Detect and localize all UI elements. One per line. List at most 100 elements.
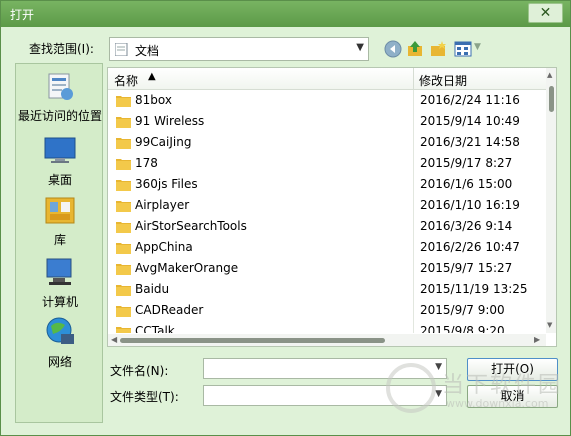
file-name: AvgMakerOrange: [135, 261, 239, 275]
scroll-right-icon[interactable]: ▶: [534, 335, 540, 344]
folder-icon: [116, 285, 131, 296]
column-divider: [413, 321, 414, 333]
file-list[interactable]: 名称 ▲ 修改日期 81box 2016/2/24 11:16 91 Wirele…: [107, 67, 557, 347]
look-in-label: 查找范围(I):: [29, 42, 94, 56]
place-label: 最近访问的位置: [17, 109, 102, 123]
file-date: 2016/1/10 16:19: [420, 198, 520, 212]
column-divider: [413, 90, 414, 111]
place-label: 桌面: [47, 173, 72, 187]
column-header-name[interactable]: 名称: [114, 72, 138, 89]
list-item[interactable]: AvgMakerOrange 2015/9/7 15:27: [108, 258, 546, 279]
file-date: 2016/2/26 10:47: [420, 240, 520, 254]
view-chevron-down-icon[interactable]: ▼: [474, 42, 481, 52]
file-date: 2015/9/7 9:00: [420, 303, 505, 317]
column-header-date[interactable]: 修改日期: [419, 72, 467, 89]
list-item[interactable]: CADReader 2015/9/7 9:00: [108, 300, 546, 321]
scroll-down-icon[interactable]: ▼: [547, 321, 552, 329]
file-name: Airplayer: [135, 198, 190, 212]
place-desktop[interactable]: 桌面: [16, 134, 104, 188]
folder-icon: [116, 117, 131, 128]
column-divider: [413, 174, 414, 195]
file-date: 2015/11/19 13:25: [420, 282, 528, 296]
column-divider: [413, 111, 414, 132]
list-item[interactable]: 360js Files 2016/1/6 15:00: [108, 174, 546, 195]
recent-places-icon: [48, 73, 73, 100]
folder-icon: [116, 96, 131, 107]
list-item[interactable]: 99CaiJing 2016/3/21 14:58: [108, 132, 546, 153]
place-libraries[interactable]: 库: [16, 194, 104, 248]
file-name: AppChina: [135, 240, 193, 254]
close-button[interactable]: ✕: [528, 3, 563, 23]
place-recent[interactable]: 最近访问的位置: [16, 70, 104, 124]
dialog-title: 打开: [10, 8, 35, 22]
folder-icon: [116, 222, 131, 233]
chevron-down-icon: ▼: [356, 42, 364, 53]
folder-icon: [116, 159, 131, 170]
close-icon: ✕: [539, 5, 552, 21]
horizontal-scrollbar[interactable]: ◀ ▶: [108, 334, 546, 346]
scroll-left-icon[interactable]: ◀: [111, 335, 117, 344]
list-item[interactable]: Baidu 2015/11/19 13:25: [108, 279, 546, 300]
folder-icon: [116, 327, 131, 333]
watermark-logo-icon: [386, 363, 436, 413]
place-computer[interactable]: 计算机: [16, 256, 104, 310]
folder-icon: [116, 201, 131, 212]
folder-icon: [116, 306, 131, 317]
places-bar: 最近访问的位置 桌面 库 计算机 网络: [15, 63, 103, 423]
back-icon[interactable]: [384, 40, 402, 58]
file-date: 2016/3/21 14:58: [420, 135, 520, 149]
site-watermark: 当下软件园 www.downxia.com: [386, 363, 566, 419]
file-name: 81box: [135, 93, 172, 107]
view-menu-icon[interactable]: [454, 40, 472, 58]
file-name: 91 Wireless: [135, 114, 205, 128]
list-item[interactable]: 91 Wireless 2015/9/14 10:49: [108, 111, 546, 132]
list-item[interactable]: 81box 2016/2/24 11:16: [108, 90, 546, 111]
list-item[interactable]: AirStorSearchTools 2016/3/26 9:14: [108, 216, 546, 237]
file-name: 99CaiJing: [135, 135, 192, 149]
list-item[interactable]: AppChina 2016/2/26 10:47: [108, 237, 546, 258]
file-date: 2015/9/8 9:20: [420, 324, 505, 333]
list-item[interactable]: 178 2015/9/17 8:27: [108, 153, 546, 174]
sort-ascending-icon: ▲: [148, 71, 156, 82]
computer-icon: [46, 258, 72, 285]
file-name: 360js Files: [135, 177, 198, 191]
list-item[interactable]: CCTalk 2015/9/8 9:20: [108, 321, 546, 333]
column-divider: [413, 195, 414, 216]
column-divider: [413, 216, 414, 237]
horizontal-scroll-thumb[interactable]: [120, 338, 385, 343]
file-name: Baidu: [135, 282, 170, 296]
column-divider: [413, 258, 414, 279]
up-folder-icon[interactable]: [406, 40, 424, 58]
file-date: 2016/1/6 15:00: [420, 177, 513, 191]
folder-icon: [116, 180, 131, 191]
file-rows: 81box 2016/2/24 11:16 91 Wireless 2015/9/1…: [108, 90, 546, 333]
column-divider[interactable]: [413, 68, 414, 90]
watermark-url: www.downxia.com: [446, 397, 549, 410]
column-divider: [413, 279, 414, 300]
vertical-scroll-thumb[interactable]: [549, 86, 554, 112]
network-icon: [46, 317, 74, 344]
place-label: 库: [53, 233, 66, 247]
list-item[interactable]: Airplayer 2016/1/10 16:19: [108, 195, 546, 216]
place-label: 计算机: [41, 295, 78, 309]
folder-icon: [116, 243, 131, 254]
look-in-dropdown[interactable]: 文档 ▼: [109, 37, 369, 61]
vertical-scrollbar[interactable]: ▲ ▼: [546, 68, 556, 333]
file-list-header: 名称 ▲ 修改日期: [108, 68, 546, 90]
look-in-value: 文档: [135, 44, 160, 58]
scroll-up-icon[interactable]: ▲: [547, 71, 552, 79]
place-label: 网络: [47, 355, 72, 369]
file-name: CADReader: [135, 303, 204, 317]
libraries-icon: [45, 197, 75, 224]
folder-icon: [116, 138, 131, 149]
column-divider: [413, 300, 414, 321]
column-divider: [413, 132, 414, 153]
file-name: 178: [135, 156, 158, 170]
file-date: 2015/9/17 8:27: [420, 156, 513, 170]
title-bar[interactable]: 打开 ✕: [1, 1, 570, 27]
file-date: 2016/2/24 11:16: [420, 93, 520, 107]
new-folder-icon[interactable]: [429, 40, 447, 58]
file-date: 2015/9/7 15:27: [420, 261, 513, 275]
place-network[interactable]: 网络: [16, 316, 104, 370]
desktop-icon: [44, 137, 76, 163]
